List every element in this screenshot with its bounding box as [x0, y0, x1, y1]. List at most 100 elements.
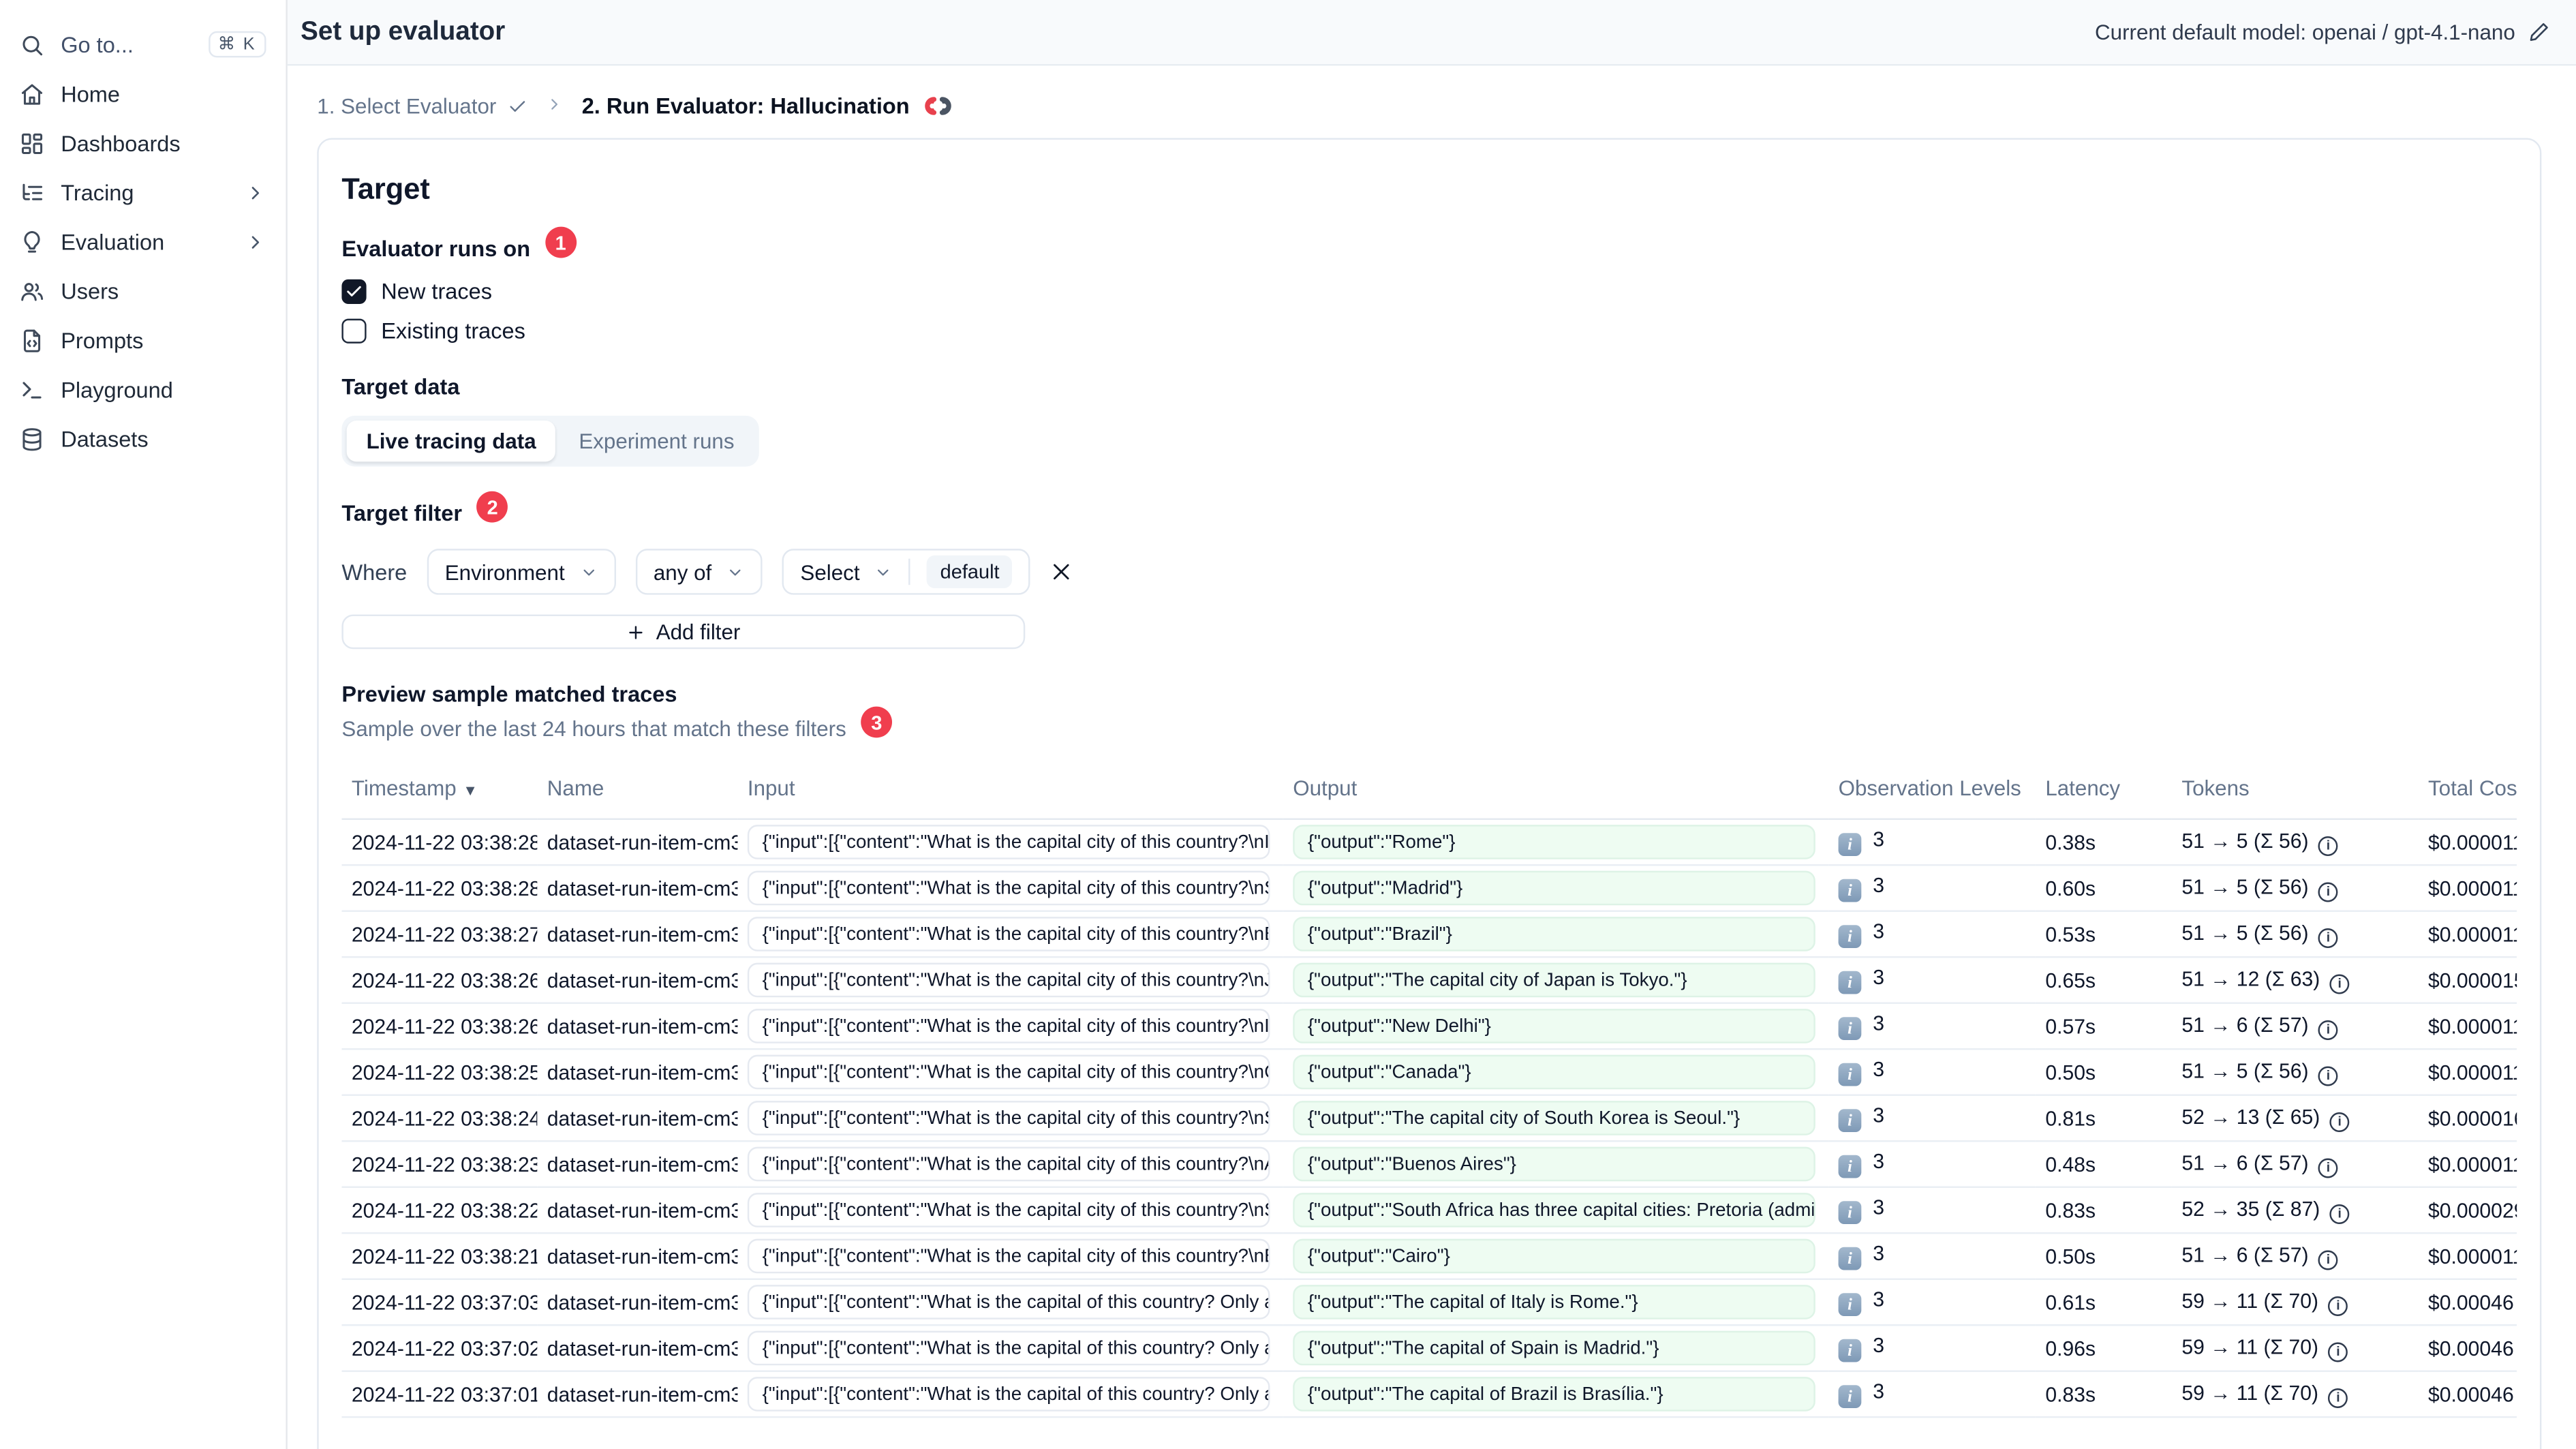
timestamp-cell: 2024-11-22 03:38:28 — [341, 819, 538, 866]
sidebar-item-prompts[interactable]: Prompts — [20, 316, 266, 365]
checkbox-existing-traces[interactable]: Existing traces — [341, 318, 2517, 344]
latency-cell: 0.61s — [2035, 1279, 2172, 1326]
sidebar-item-dashboards[interactable]: Dashboards — [20, 119, 266, 168]
header-name[interactable]: Name — [537, 761, 738, 820]
info-circle-icon[interactable] — [2328, 1387, 2348, 1407]
name-cell: dataset-run-item-cm3s4 — [537, 957, 738, 1004]
table-row[interactable]: 2024-11-22 03:37:01 dataset-run-item-cm3… — [341, 1371, 2517, 1418]
checkbox-new-traces[interactable]: New traces — [341, 279, 2517, 304]
info-circle-icon[interactable] — [2318, 927, 2338, 947]
filter-column-select[interactable]: Environment — [427, 549, 616, 595]
table-row[interactable]: 2024-11-22 03:38:26 dataset-run-item-cm3… — [341, 1003, 2517, 1050]
input-chip: {"input":[{"content":"What is the capita… — [747, 825, 1270, 859]
table-row[interactable]: 2024-11-22 03:38:21 dataset-run-item-cm3… — [341, 1233, 2517, 1280]
tab-live-tracing-data[interactable]: Live tracing data — [346, 421, 556, 462]
info-circle-icon[interactable] — [2328, 1295, 2348, 1315]
table-header-row: Timestamp ▼ Name Input Output Observation… — [341, 761, 2517, 820]
info-square-icon — [1838, 1247, 1862, 1271]
header-output[interactable]: Output — [1283, 761, 1829, 820]
latency-cell: 0.57s — [2035, 1003, 2172, 1050]
header-total-cost[interactable]: Total Cost — [2418, 761, 2517, 820]
tokens-cell: 59 → 11 (Σ 70) — [2171, 1371, 2419, 1418]
timestamp-cell: 2024-11-22 03:38:28 — [341, 865, 538, 912]
total-cost-cell: $0.000011 ( — [2418, 1049, 2517, 1096]
checkbox-checked-icon[interactable] — [341, 279, 367, 304]
tab-experiment-runs[interactable]: Experiment runs — [559, 421, 754, 461]
table-row[interactable]: 2024-11-22 03:38:24 dataset-run-item-cm3… — [341, 1095, 2517, 1142]
info-square-icon — [1838, 833, 1862, 857]
filter-operator-select[interactable]: any of — [635, 549, 763, 595]
target-data-tabs: Live tracing data Experiment runs — [341, 415, 759, 467]
input-chip: {"input":[{"content":"What is the capita… — [747, 1101, 1270, 1135]
table-row[interactable]: 2024-11-22 03:38:25 dataset-run-item-cm3… — [341, 1049, 2517, 1096]
observation-count: 3 — [1873, 965, 1884, 989]
latency-cell: 0.50s — [2035, 1233, 2172, 1280]
table-row[interactable]: 2024-11-22 03:38:26 dataset-run-item-cm3… — [341, 957, 2517, 1004]
header-latency[interactable]: Latency — [2035, 761, 2172, 820]
table-row[interactable]: 2024-11-22 03:38:27 dataset-run-item-cm3… — [341, 911, 2517, 958]
timestamp-text: 2024-11-22 03:38:24 — [351, 1106, 538, 1130]
tokens-text: 51 → 6 (Σ 57) — [2181, 1013, 2309, 1036]
info-circle-icon[interactable] — [2328, 1341, 2348, 1362]
info-circle-icon[interactable] — [2318, 1249, 2338, 1270]
checkbox-unchecked-icon[interactable] — [341, 318, 367, 344]
goto-search[interactable]: Go to... ⌘ K — [20, 20, 266, 69]
sidebar-item-tracing[interactable]: Tracing — [20, 168, 266, 217]
output-chip: {"output":"The capital of Brazil is Bras… — [1293, 1377, 1815, 1412]
info-circle-icon[interactable] — [2329, 1203, 2350, 1223]
table-row[interactable]: 2024-11-22 03:38:28 dataset-run-item-cm3… — [341, 819, 2517, 866]
home-icon — [21, 83, 43, 104]
timestamp-cell: 2024-11-22 03:38:26 — [341, 1003, 538, 1050]
header-observation-levels[interactable]: Observation Levels — [1828, 761, 2036, 820]
total-cost-cell: $0.000016 — [2418, 1095, 2517, 1142]
cmd-k-shortcut: ⌘ K — [208, 31, 266, 58]
remove-filter-button[interactable] — [1050, 560, 1073, 583]
table-row[interactable]: 2024-11-22 03:38:22 dataset-run-item-cm3… — [341, 1187, 2517, 1234]
info-circle-icon[interactable] — [2318, 1019, 2338, 1039]
sidebar-item-evaluation[interactable]: Evaluation — [20, 217, 266, 266]
preview-heading: Preview sample matched traces — [341, 682, 677, 707]
timestamp-cell: 2024-11-22 03:38:27 — [341, 911, 538, 958]
info-circle-icon[interactable] — [2318, 1065, 2338, 1086]
evaluator-runs-on-row: Evaluator runs on 1 — [341, 226, 2517, 264]
goto-label: Go to... — [61, 32, 134, 57]
info-square-icon — [1838, 1293, 1862, 1317]
add-filter-button[interactable]: Add filter — [341, 614, 1026, 650]
sidebar-item-datasets[interactable]: Datasets — [20, 414, 266, 463]
divider — [908, 558, 911, 585]
edit-pencil-icon[interactable] — [2528, 21, 2549, 42]
header-timestamp[interactable]: Timestamp ▼ — [341, 761, 538, 820]
observation-levels-cell: 3 — [1828, 1003, 2036, 1050]
table-row[interactable]: 2024-11-22 03:38:28 dataset-run-item-cm3… — [341, 865, 2517, 912]
filter-value-select[interactable]: Select default — [782, 549, 1031, 595]
table-row[interactable]: 2024-11-22 03:37:02 dataset-run-item-cm3… — [341, 1325, 2517, 1372]
breadcrumb: 1. Select Evaluator 2. Run Evaluator: Ha… — [317, 93, 2541, 119]
observation-levels-cell: 3 — [1828, 911, 2036, 958]
timestamp-cell: 2024-11-22 03:37:03 — [341, 1279, 538, 1326]
info-circle-icon[interactable] — [2318, 1157, 2338, 1178]
breadcrumb-step-run-evaluator[interactable]: 2. Run Evaluator: Hallucination — [582, 93, 953, 119]
info-circle-icon[interactable] — [2318, 881, 2338, 902]
table-row[interactable]: 2024-11-22 03:38:23 dataset-run-item-cm3… — [341, 1141, 2517, 1188]
breadcrumb-step-select-evaluator[interactable]: 1. Select Evaluator — [317, 93, 527, 119]
main-area: Set up evaluator Current default model: … — [287, 0, 2576, 1449]
info-circle-icon[interactable] — [2329, 1111, 2350, 1131]
sidebar-item-playground[interactable]: Playground — [20, 365, 266, 414]
header-input[interactable]: Input — [737, 761, 1283, 820]
timestamp-cell: 2024-11-22 03:37:02 — [341, 1325, 538, 1372]
output-chip: {"output":"The capital of Italy is Rome.… — [1293, 1285, 1815, 1320]
header-tokens[interactable]: Tokens — [2171, 761, 2419, 820]
info-circle-icon[interactable] — [2318, 835, 2338, 855]
observation-count: 3 — [1873, 1195, 1884, 1219]
sidebar-item-home[interactable]: Home — [20, 69, 266, 118]
checkbox-new-traces-label: New traces — [381, 279, 493, 304]
input-chip: {"input":[{"content":"What is the capita… — [747, 1146, 1270, 1182]
table-row[interactable]: 2024-11-22 03:37:03 dataset-run-item-cm3… — [341, 1279, 2517, 1326]
output-chip: {"output":"The capital city of Japan is … — [1293, 962, 1815, 998]
sidebar-item-users[interactable]: Users — [20, 266, 266, 316]
observation-levels-cell: 3 — [1828, 1279, 2036, 1326]
tokens-text: 52 → 35 (Σ 87) — [2181, 1197, 2320, 1220]
latency-text: 0.96s — [2045, 1337, 2096, 1360]
info-circle-icon[interactable] — [2329, 973, 2350, 994]
observation-count: 3 — [1873, 1333, 1884, 1357]
